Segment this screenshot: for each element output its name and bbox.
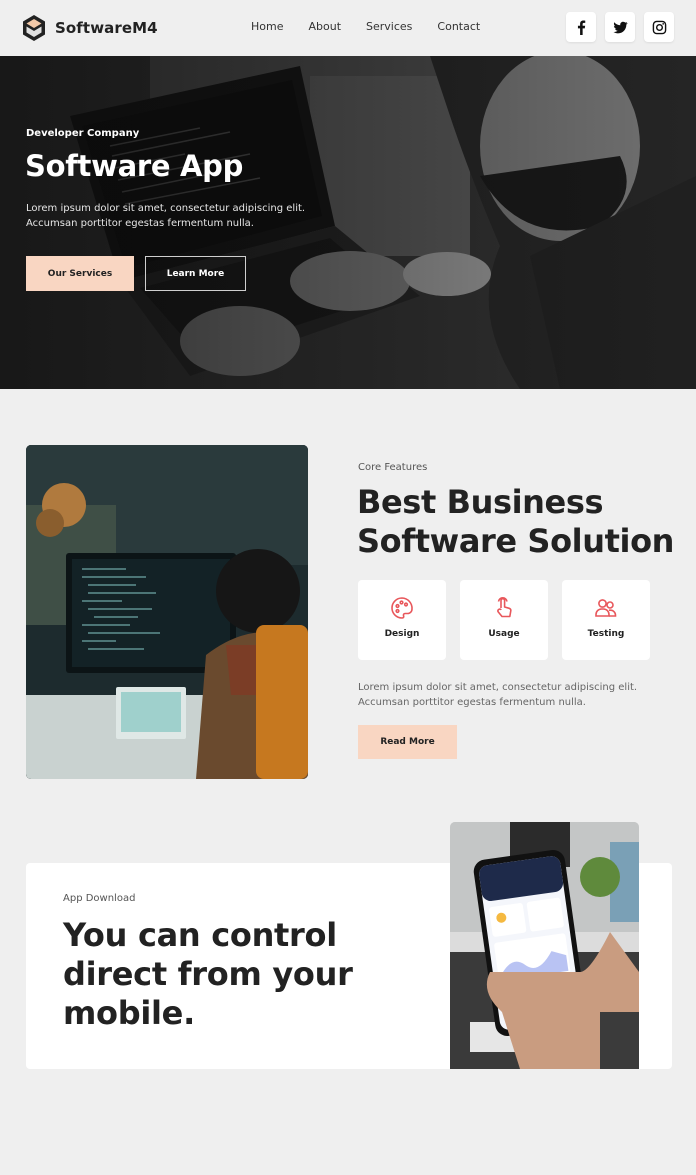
download-eyebrow: App Download — [63, 893, 136, 904]
users-icon — [595, 599, 617, 617]
feature-card-testing[interactable]: Testing — [562, 580, 650, 660]
features-title: Best Business Software Solution — [357, 483, 675, 560]
instagram-button[interactable] — [644, 12, 674, 42]
learn-more-button[interactable]: Learn More — [145, 256, 246, 291]
nav-link-contact[interactable]: Contact — [437, 20, 480, 33]
twitter-button[interactable] — [605, 12, 635, 42]
palette-icon — [391, 597, 413, 619]
feature-card-label: Design — [384, 629, 420, 639]
brand-logo[interactable]: SoftwareM4 — [22, 14, 158, 42]
hexagon-logo-icon — [23, 15, 45, 41]
phone-photo-art — [450, 822, 639, 1069]
features-description: Lorem ipsum dolor sit amet, consectetur … — [358, 682, 638, 708]
download-title: You can control direct from your mobile. — [63, 916, 353, 1032]
read-more-button[interactable]: Read More — [358, 725, 457, 759]
feature-card-design[interactable]: Design — [358, 580, 446, 660]
twitter-icon — [612, 21, 628, 33]
hero-title: Software App — [25, 149, 244, 183]
instagram-icon — [652, 20, 666, 34]
facebook-button[interactable] — [566, 12, 596, 42]
nav-link-about[interactable]: About — [308, 20, 341, 33]
feature-card-usage[interactable]: Usage — [460, 580, 548, 660]
hero-description: Lorem ipsum dolor sit amet, consectetur … — [26, 203, 306, 229]
our-services-button[interactable]: Our Services — [26, 256, 134, 291]
feature-card-label: Testing — [587, 629, 625, 639]
nav-link-services[interactable]: Services — [366, 20, 412, 33]
nav-link-home[interactable]: Home — [251, 20, 283, 33]
social-links — [557, 12, 674, 42]
feature-card-label: Usage — [488, 629, 520, 639]
hand-holding-phone-photo — [450, 822, 639, 1069]
developer-photo-art — [26, 445, 308, 779]
top-navigation: SoftwareM4 Home About Services Contact — [0, 0, 696, 56]
developer-at-desk-photo — [26, 445, 308, 779]
hero-section: Developer Company Software App Lorem ips… — [0, 56, 696, 389]
tap-hand-icon — [497, 597, 512, 618]
features-eyebrow: Core Features — [358, 462, 428, 473]
hero-eyebrow: Developer Company — [26, 128, 140, 139]
feature-cards: Design Usage Testing — [358, 580, 664, 660]
facebook-icon — [577, 19, 585, 35]
main-menu: Home About Services Contact — [251, 20, 505, 33]
brand-name: SoftwareM4 — [55, 19, 158, 37]
